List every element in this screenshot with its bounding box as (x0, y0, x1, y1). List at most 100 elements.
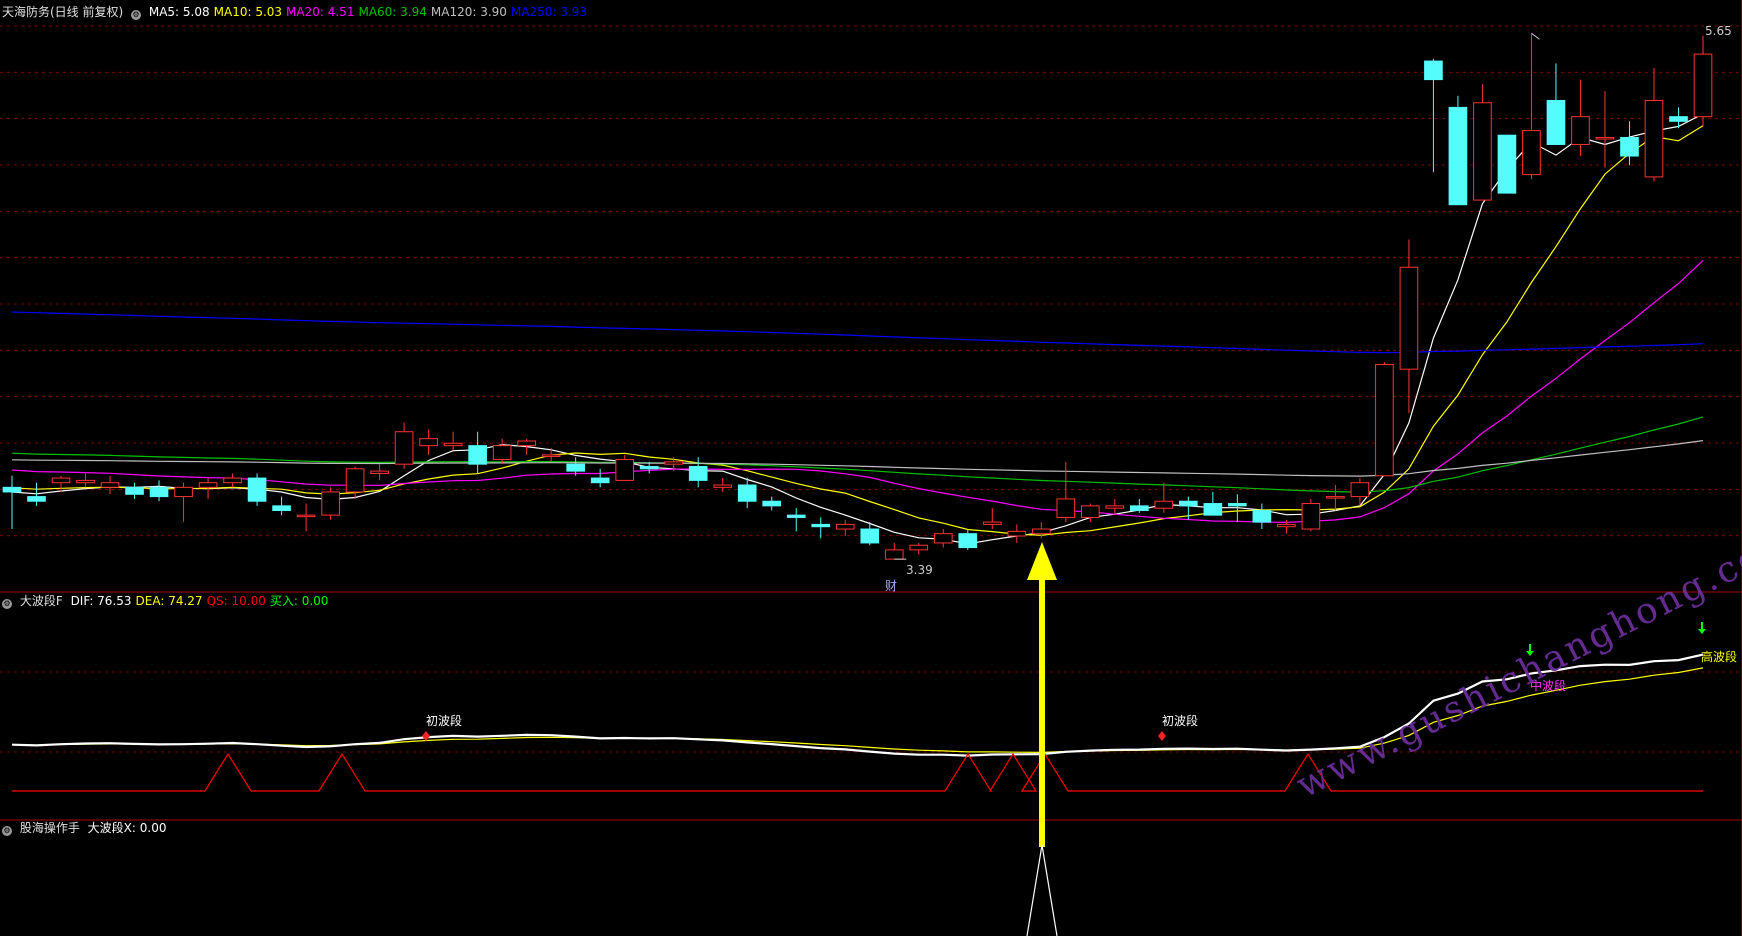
candle (590, 468, 610, 488)
candle (149, 480, 169, 502)
ma-legend-item-4: MA120: 3.90 (430, 5, 507, 19)
candle-body (1669, 116, 1688, 122)
candle (1326, 485, 1345, 511)
stage-diamond (422, 731, 430, 741)
candle (321, 487, 340, 520)
candle-body (272, 505, 291, 512)
sub-panel-1-legend: DIF: 76.53 DEA: 74.27 QS: 10.00 买入: 0.00 (71, 594, 333, 608)
candle-body (1326, 496, 1345, 499)
candle-body (762, 500, 782, 507)
ma-legend-item-1: MA10: 5.03 (213, 5, 283, 19)
sub-panel-1-header: ⚙ 大波段F DIF: 76.53 DEA: 74.27 QS: 10.00 买入: … (2, 593, 336, 609)
candle (1301, 498, 1321, 532)
candle-body (590, 477, 610, 484)
candle (1130, 498, 1149, 513)
candle (1595, 91, 1615, 168)
candle (1669, 107, 1688, 129)
candle-body (174, 486, 193, 498)
candle (517, 438, 536, 455)
candle-body (860, 528, 880, 544)
candle-body (615, 459, 635, 481)
candle-body (321, 491, 340, 516)
sub1-legend-item-2: QS: 10.00 (206, 594, 266, 608)
stage-label-2: 初波段 (1162, 714, 1199, 728)
candle-body (394, 431, 414, 465)
candle-body (737, 484, 757, 502)
candle-body (492, 445, 512, 461)
max-pointer (1531, 32, 1540, 40)
candle-body (1473, 102, 1492, 201)
candle-body (1399, 266, 1419, 370)
candle-body (27, 496, 46, 502)
candle (443, 431, 463, 451)
candle (737, 478, 757, 509)
candle (27, 482, 46, 506)
ma-legend-item-0: MA5: 5.08 (148, 5, 210, 19)
sub-indicator-2 (1026, 844, 1058, 936)
candle-body (1179, 500, 1198, 507)
candle-body (1522, 130, 1541, 176)
settings-icon[interactable]: ⚙ (2, 826, 12, 836)
candle (1350, 478, 1370, 506)
candle-body (1203, 503, 1223, 516)
stage-label-4: 高波段 (1701, 650, 1738, 664)
candle-body (443, 442, 463, 447)
ma-line-120 (11, 440, 1704, 477)
candle-body (76, 479, 95, 484)
candle (1473, 84, 1492, 201)
stock-chart[interactable] (0, 0, 1742, 936)
candle (933, 529, 953, 548)
candle-body (713, 484, 733, 488)
candle (1497, 134, 1517, 194)
candle-body (247, 477, 267, 502)
candle-body (149, 486, 169, 498)
candle-body (419, 438, 438, 447)
candle (982, 508, 1002, 530)
candle-body (370, 470, 389, 474)
candle-body (835, 523, 855, 530)
settings-icon[interactable]: ⚙ (131, 10, 142, 20)
qs-line (12, 752, 1703, 792)
sub1-legend-item-3: 买入: 0.00 (269, 594, 329, 608)
sub2-legend-item-0: 大波段X: 0.00 (87, 821, 167, 835)
candle-body (1497, 134, 1517, 194)
candle-body (345, 468, 365, 493)
candle (884, 542, 904, 560)
candle-body (1252, 510, 1272, 523)
candle-body (296, 514, 316, 518)
candle (1424, 58, 1443, 173)
ma-legend-item-3: MA60: 3.94 (358, 5, 427, 19)
candle (76, 473, 95, 488)
candle-body (2, 486, 22, 493)
candle (1031, 522, 1051, 539)
candle (492, 438, 512, 465)
candle (296, 503, 316, 532)
stage-label-1: 初波段 (426, 714, 463, 728)
sub-panel-2-legend: 大波段X: 0.00 (88, 821, 171, 835)
candle-body (688, 465, 708, 481)
candle (174, 482, 193, 523)
sub-panel-2-header: ⚙ 股海操作手 大波段X: 0.00 (2, 820, 174, 836)
sub-panel-2-name: 股海操作手 (19, 821, 80, 835)
candle-body (1571, 116, 1590, 145)
candle-body (786, 514, 806, 518)
candle (1399, 239, 1419, 414)
candle (125, 482, 144, 499)
main-panel-header: 天海防务(日线 前复权) ⚙ MA5: 5.08 MA10: 5.03 MA20: … (2, 4, 595, 20)
ma-legend-item-2: MA20: 4.51 (286, 5, 355, 19)
arrow-shaft (1039, 580, 1045, 847)
candle-body (1595, 137, 1615, 140)
candle-body (125, 486, 144, 495)
candle-body (664, 461, 684, 465)
candle-body (1277, 523, 1296, 528)
candle-body (1693, 53, 1713, 118)
candle-body (223, 477, 242, 484)
settings-icon[interactable]: ⚙ (2, 599, 12, 609)
candle (1522, 33, 1541, 180)
sub1-legend-item-0: DIF: 76.53 (70, 594, 132, 608)
candle-body (1007, 530, 1027, 537)
candle (247, 473, 267, 506)
candle-body (517, 440, 536, 447)
candle (1571, 79, 1590, 157)
candle (541, 447, 561, 462)
